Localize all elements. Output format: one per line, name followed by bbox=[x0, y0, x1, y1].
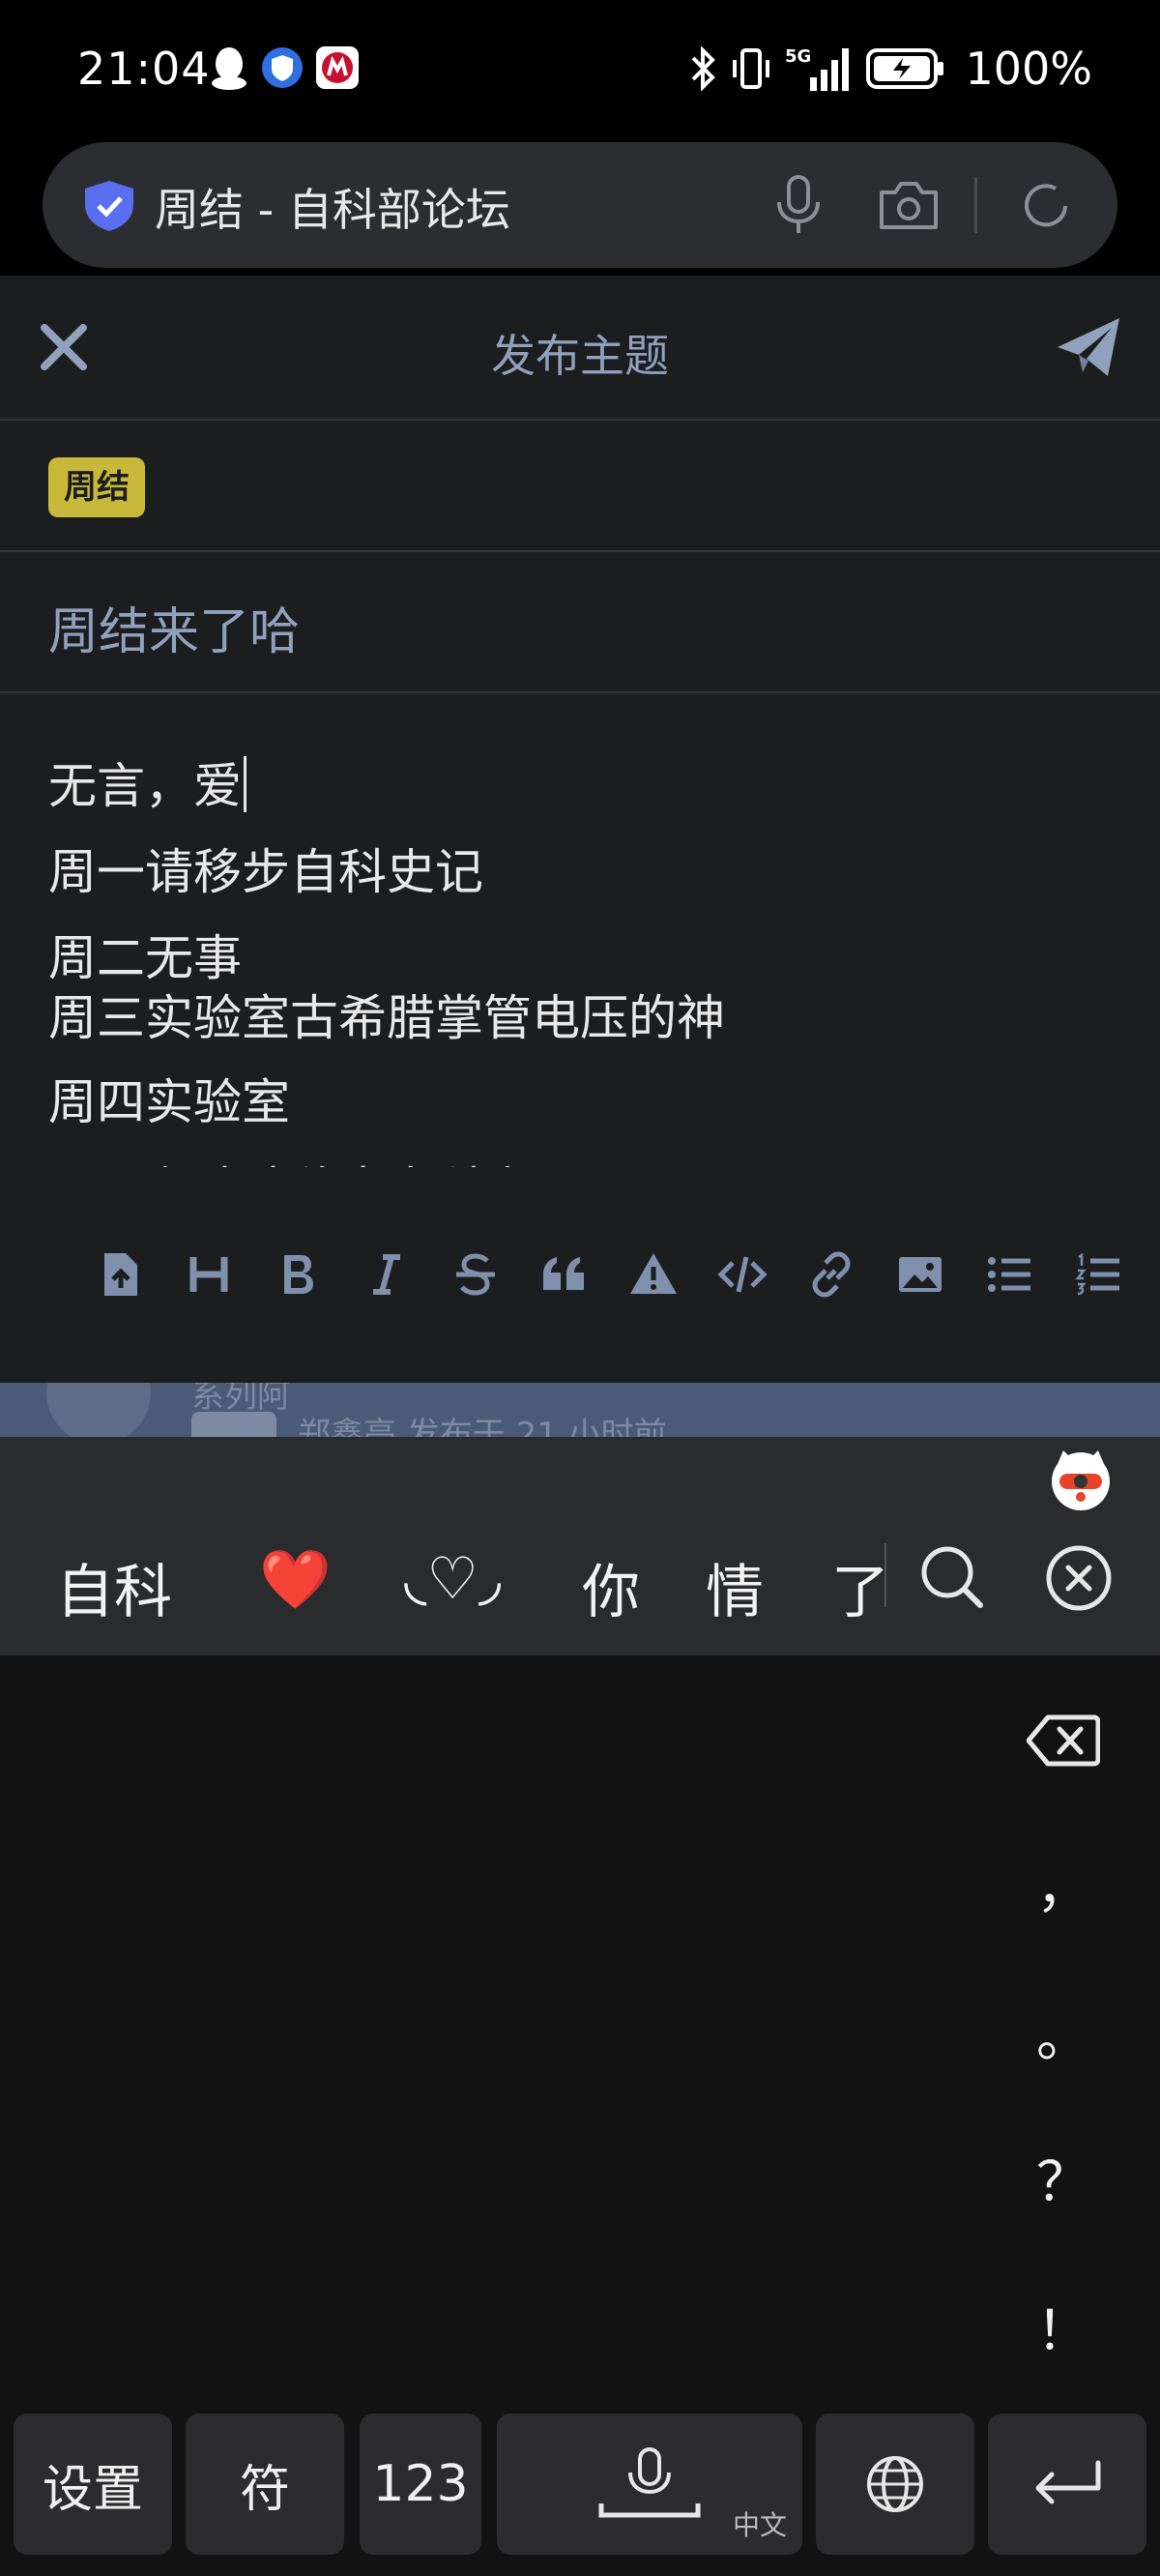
topic-composer: 发布主题 周结 周结来了哈 无言，爱 周一请移步自科史记 周二无事 周三实验室古… bbox=[0, 276, 1160, 1383]
candidate[interactable]: ◟♡◞ bbox=[404, 1545, 501, 1613]
body-editor[interactable]: 无言，爱 周一请移步自科史记 周二无事 bbox=[0, 693, 1160, 983]
image-button[interactable] bbox=[876, 1236, 965, 1313]
browser-url-bar: 周结 - 自科部论坛 bbox=[0, 140, 1160, 276]
composer-header: 发布主题 bbox=[0, 276, 1160, 421]
category-tag[interactable]: 周结 bbox=[48, 457, 145, 517]
bluetooth-icon bbox=[692, 46, 716, 91]
bullet-list-icon bbox=[988, 1257, 1030, 1292]
screen: { "status_bar": { "time": "21:04", "netw… bbox=[0, 0, 1160, 2576]
symbols-key[interactable]: 符 bbox=[186, 2414, 344, 2555]
signal-icon: 5G bbox=[785, 46, 850, 91]
keyboard-bottom-row: 设置 符 123 中文 bbox=[0, 2414, 1160, 2555]
keyboard-mascot-icon[interactable] bbox=[1048, 1447, 1114, 1512]
bold-icon bbox=[284, 1255, 313, 1294]
heading-icon bbox=[189, 1257, 228, 1292]
link-icon bbox=[812, 1251, 851, 1298]
battery-percent: 100% bbox=[965, 43, 1092, 95]
candidate[interactable]: 自科 bbox=[56, 1545, 172, 1629]
strikethrough-icon bbox=[456, 1253, 495, 1296]
peek-meta: 郑鑫亮 发布于 21 小时前 bbox=[298, 1416, 667, 1437]
warning-icon bbox=[630, 1253, 677, 1294]
body-line-text: 无言，爱 bbox=[48, 758, 242, 814]
candidate[interactable]: 了 bbox=[831, 1545, 889, 1629]
candidate-divider bbox=[884, 1543, 886, 1607]
page-title: 周结 - 自科部论坛 bbox=[155, 184, 510, 236]
quote-button[interactable] bbox=[520, 1236, 609, 1313]
search-icon[interactable] bbox=[918, 1543, 986, 1611]
composer-title: 发布主题 bbox=[491, 330, 669, 382]
body-editor-continued[interactable]: 周三实验室古希腊掌管电压的神 bbox=[0, 983, 1160, 1049]
microphone-icon[interactable] bbox=[773, 175, 824, 235]
comma-key[interactable]: ， bbox=[1025, 1845, 1102, 1923]
language-switch-key[interactable] bbox=[816, 2414, 974, 2555]
battery-charging-icon bbox=[866, 48, 944, 89]
globe-icon bbox=[867, 2456, 923, 2512]
code-icon bbox=[717, 1256, 768, 1293]
code-button[interactable] bbox=[698, 1236, 787, 1313]
camera-icon[interactable] bbox=[878, 179, 940, 231]
body-line: 无言，爱 bbox=[48, 747, 246, 817]
quote-icon bbox=[543, 1257, 584, 1290]
ime-candidate-bar: 自科 ❤️ ◟♡◞ 你 情 了 bbox=[0, 1437, 1160, 1655]
address-field[interactable]: 周结 - 自科部论坛 bbox=[43, 142, 1117, 268]
send-icon[interactable] bbox=[1054, 312, 1123, 382]
status-time: 21:04 bbox=[77, 43, 211, 95]
numbers-key[interactable]: 123 bbox=[360, 2414, 481, 2555]
enter-key[interactable] bbox=[988, 2414, 1146, 2555]
numbered-list-icon bbox=[1075, 1252, 1119, 1296]
warning-button[interactable] bbox=[609, 1236, 698, 1313]
secure-shield-icon bbox=[85, 181, 133, 231]
voice-input-icon bbox=[598, 2447, 701, 2518]
bank-app-icon bbox=[316, 46, 359, 89]
body-editor-continued[interactable]: 周四实验室 bbox=[0, 1049, 1160, 1138]
text-cursor bbox=[244, 756, 246, 812]
security-shield-icon bbox=[262, 47, 303, 88]
collapse-candidates-icon[interactable] bbox=[1044, 1543, 1114, 1613]
bullet-list-button[interactable] bbox=[965, 1236, 1054, 1313]
vibrate-icon bbox=[733, 48, 770, 89]
backspace-icon[interactable] bbox=[1027, 1713, 1100, 1768]
tag-row: 周结 bbox=[0, 421, 1160, 552]
body-editor-continued[interactable]: 周五有吵请移步自科史记 bbox=[0, 1138, 1160, 1167]
italic-icon bbox=[373, 1254, 400, 1295]
exclamation-key[interactable]: ！ bbox=[1025, 2288, 1102, 2366]
candidate[interactable]: 情 bbox=[706, 1545, 764, 1629]
question-key[interactable]: ？ bbox=[1025, 2139, 1102, 2217]
candidate[interactable]: 你 bbox=[582, 1545, 640, 1629]
keyboard: ， 。 ？ ！ 设置 符 123 中文 bbox=[0, 1655, 1160, 2576]
settings-key[interactable]: 设置 bbox=[14, 2414, 172, 2555]
format-toolbar bbox=[0, 1221, 1160, 1328]
avatar bbox=[46, 1383, 151, 1437]
topic-title-input[interactable]: 周结来了哈 bbox=[48, 591, 300, 663]
italic-button[interactable] bbox=[342, 1236, 431, 1313]
candidate[interactable]: ❤️ bbox=[259, 1545, 332, 1614]
bold-button[interactable] bbox=[253, 1236, 342, 1313]
space-language-label: 中文 bbox=[732, 2509, 787, 2541]
period-key[interactable]: 。 bbox=[1025, 1994, 1102, 2072]
peek-tag bbox=[191, 1412, 276, 1437]
status-right: 5G 100% bbox=[688, 43, 1092, 95]
body-line: 周五有吵请移步自科史记 bbox=[48, 1152, 580, 1167]
title-row: 周结来了哈 bbox=[0, 552, 1160, 693]
enter-icon bbox=[1035, 2460, 1101, 2504]
body-line: 周四实验室 bbox=[48, 1074, 290, 1130]
strikethrough-button[interactable] bbox=[431, 1236, 520, 1313]
space-key[interactable]: 中文 bbox=[497, 2414, 802, 2555]
heading-button[interactable] bbox=[164, 1236, 253, 1313]
url-divider bbox=[974, 177, 977, 233]
qq-icon bbox=[212, 47, 246, 90]
network-label: 5G bbox=[785, 46, 811, 67]
numbered-list-button[interactable] bbox=[1054, 1236, 1143, 1313]
link-button[interactable] bbox=[787, 1236, 876, 1313]
body-line: 周二无事 bbox=[48, 930, 242, 983]
background-topic-list: 系列阿 郑鑫亮 发布于 21 小时前 bbox=[0, 1383, 1160, 1437]
body-line: 周三实验室古希腊掌管电压的神 bbox=[48, 990, 725, 1046]
body-line: 周一请移步自科史记 bbox=[48, 844, 483, 900]
upload-button[interactable] bbox=[75, 1236, 164, 1313]
reload-icon[interactable] bbox=[1017, 177, 1075, 235]
status-bar: 21:04 5G 100% bbox=[0, 0, 1160, 140]
upload-icon bbox=[104, 1253, 137, 1296]
image-icon bbox=[899, 1257, 942, 1292]
